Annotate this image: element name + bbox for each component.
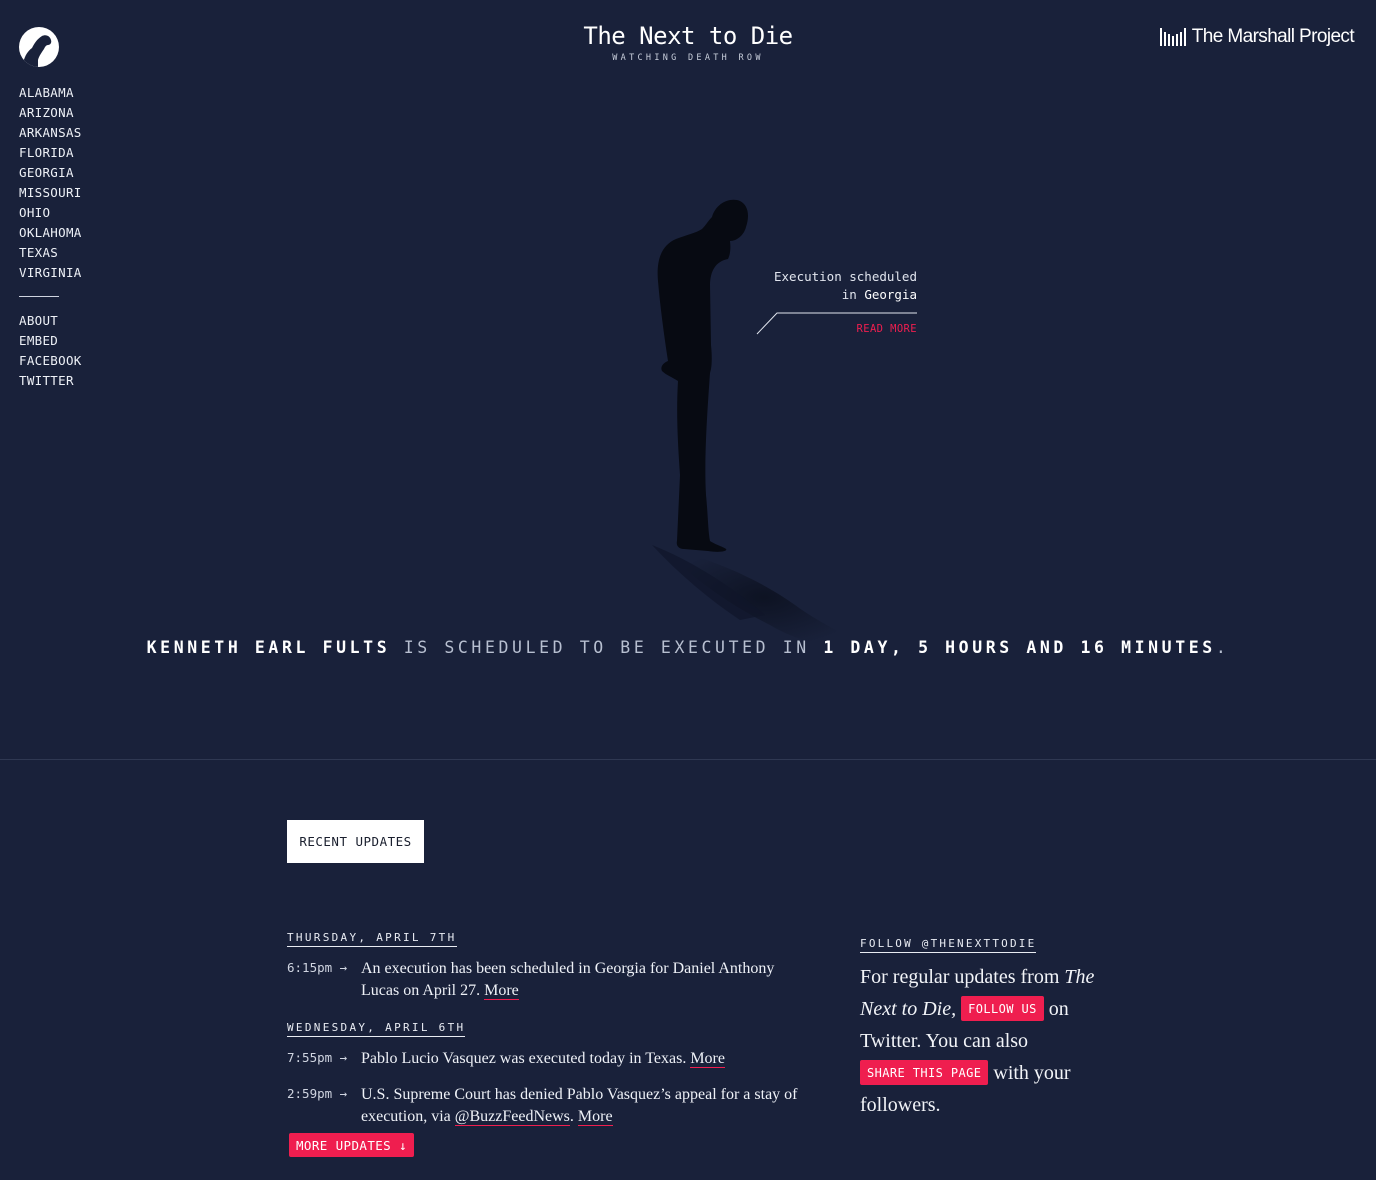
countdown-middle: IS SCHEDULED TO BE EXECUTED IN bbox=[390, 638, 824, 657]
silhouette-figure-image bbox=[652, 199, 868, 648]
publisher-name: The Marshall Project bbox=[1191, 26, 1355, 47]
execution-callout: Execution scheduled in Georgia READ MORE bbox=[756, 268, 917, 335]
buzzfeed-link[interactable]: @BuzzFeedNews bbox=[454, 1108, 570, 1126]
inmate-name[interactable]: KENNETH EARL FULTS bbox=[147, 638, 391, 657]
list-item: 2:59pm → U.S. Supreme Court has denied P… bbox=[287, 1084, 807, 1128]
update-body-after: . bbox=[569, 1108, 578, 1125]
update-more-link[interactable]: More bbox=[577, 1108, 613, 1126]
countdown-time: 1 DAY, 5 HOURS AND 16 MINUTES bbox=[823, 638, 1216, 657]
nav-state-virginia[interactable]: VIRGINIA bbox=[19, 263, 82, 283]
updates-list: THURSDAY, APRIL 7TH 6:15pm → An executio… bbox=[287, 926, 807, 1128]
update-more-link[interactable]: More bbox=[690, 1050, 725, 1068]
nav-twitter[interactable]: TWITTER bbox=[19, 371, 82, 391]
follow-text-1: For regular updates from bbox=[860, 966, 1065, 988]
nav-state-arizona[interactable]: ARIZONA bbox=[19, 103, 82, 123]
nav-state-alabama[interactable]: ALABAMA bbox=[19, 83, 82, 103]
nav-state-arkansas[interactable]: ARKANSAS bbox=[19, 123, 82, 143]
update-time: 7:55pm → bbox=[287, 1050, 348, 1065]
follow-us-button[interactable]: FOLLOW US bbox=[961, 996, 1044, 1021]
nav-about[interactable]: ABOUT bbox=[19, 311, 82, 331]
nav-state-oklahoma[interactable]: OKLAHOMA bbox=[19, 223, 82, 243]
update-date-heading: WEDNESDAY, APRIL 6TH bbox=[287, 1021, 466, 1037]
nav-state-florida[interactable]: FLORIDA bbox=[19, 143, 82, 163]
nav-embed[interactable]: EMBED bbox=[19, 331, 82, 351]
list-item: 7:55pm → Pablo Lucio Vasquez was execute… bbox=[287, 1048, 807, 1070]
follow-text: For regular updates from The Next to Die… bbox=[860, 961, 1100, 1121]
nav-state-missouri[interactable]: MISSOURI bbox=[19, 183, 82, 203]
nav-state-texas[interactable]: TEXAS bbox=[19, 243, 82, 263]
update-text: U.S. Supreme Court has denied Pablo Vasq… bbox=[361, 1084, 807, 1128]
update-body: An execution has been scheduled in Georg… bbox=[361, 960, 775, 999]
section-divider bbox=[0, 759, 1376, 760]
more-updates-button[interactable]: MORE UPDATES ↓ bbox=[289, 1133, 414, 1157]
follow-panel: FOLLOW @THENEXTTODIE For regular updates… bbox=[860, 932, 1100, 1121]
follow-heading[interactable]: FOLLOW @THENEXTTODIE bbox=[860, 937, 1037, 953]
update-body: Pablo Lucio Vasquez was executed today i… bbox=[361, 1050, 691, 1067]
nav-state-ohio[interactable]: OHIO bbox=[19, 203, 82, 223]
callout-pointer-line bbox=[756, 312, 917, 335]
side-nav: ALABAMA ARIZONA ARKANSAS FLORIDA GEORGIA… bbox=[19, 83, 82, 391]
countdown-end: . bbox=[1215, 638, 1230, 657]
update-time: 2:59pm → bbox=[287, 1086, 348, 1101]
update-date-heading: THURSDAY, APRIL 7TH bbox=[287, 931, 457, 947]
publisher-logo[interactable]: The Marshall Project bbox=[1159, 26, 1355, 48]
marshall-bars-icon bbox=[1159, 28, 1186, 46]
update-text: Pablo Lucio Vasquez was executed today i… bbox=[361, 1048, 725, 1070]
nav-state-georgia[interactable]: GEORGIA bbox=[19, 163, 82, 183]
list-item: 6:15pm → An execution has been scheduled… bbox=[287, 958, 807, 1002]
callout-line1: Execution scheduled bbox=[774, 269, 917, 284]
countdown-banner: KENNETH EARL FULTS IS SCHEDULED TO BE EX… bbox=[0, 638, 1376, 657]
callout-state[interactable]: Georgia bbox=[864, 287, 917, 302]
share-page-button[interactable]: SHARE THIS PAGE bbox=[860, 1060, 989, 1085]
callout-line2-prefix: in bbox=[841, 287, 857, 302]
page-subtitle: WATCHING DEATH ROW bbox=[612, 53, 764, 63]
nav-facebook[interactable]: FACEBOOK bbox=[19, 351, 82, 371]
update-time: 6:15pm → bbox=[287, 960, 348, 975]
update-more-link[interactable]: More bbox=[484, 982, 519, 1000]
callout-text: Execution scheduled in Georgia bbox=[756, 268, 917, 304]
update-text: An execution has been scheduled in Georg… bbox=[361, 958, 807, 1002]
nav-divider bbox=[19, 296, 59, 297]
tab-recent-updates[interactable]: RECENT UPDATES bbox=[287, 820, 424, 863]
